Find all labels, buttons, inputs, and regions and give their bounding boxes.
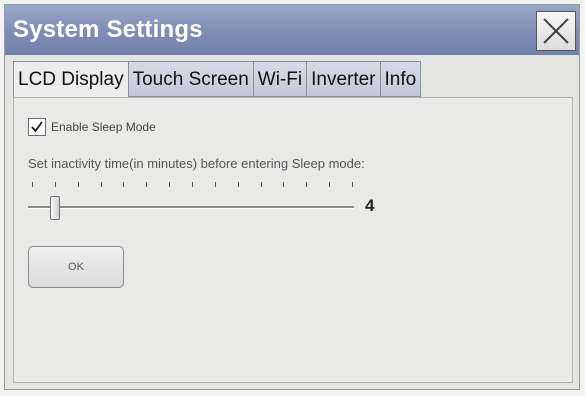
slider-tick xyxy=(283,182,285,187)
slider-tick xyxy=(77,182,79,187)
tab-lcd-display[interactable]: LCD Display xyxy=(13,61,129,98)
slider-tick xyxy=(123,182,125,187)
slider-tick xyxy=(237,182,239,187)
slider-tick xyxy=(329,182,331,187)
slider-value: 4 xyxy=(365,196,375,215)
slider-tick xyxy=(54,182,56,187)
window-title: System Settings xyxy=(13,16,203,43)
sleep-mode-label: Enable Sleep Mode xyxy=(51,120,156,134)
slider-tick xyxy=(192,182,193,187)
settings-window: System Settings LCD Display Touch Screen… xyxy=(4,4,580,390)
close-icon xyxy=(543,18,569,44)
slider-tick xyxy=(260,182,262,187)
slider-tick xyxy=(352,182,353,187)
slider-tick xyxy=(169,182,171,187)
inactivity-label: Set inactivity time(in minutes) before e… xyxy=(28,156,365,171)
slider-tick xyxy=(214,182,216,187)
slider-tick xyxy=(306,182,308,187)
slider-tick xyxy=(146,182,148,187)
tab-bar: LCD Display Touch Screen Wi-Fi Inverter … xyxy=(13,61,422,98)
inactivity-slider[interactable] xyxy=(28,180,358,220)
lcd-display-panel: Enable Sleep Mode Set inactivity time(in… xyxy=(13,97,573,383)
enable-sleep-mode-checkbox[interactable] xyxy=(28,118,46,136)
tab-touch-screen[interactable]: Touch Screen xyxy=(128,61,254,97)
close-button[interactable] xyxy=(536,11,576,51)
slider-track xyxy=(28,206,354,209)
sleep-mode-row: Enable Sleep Mode xyxy=(28,118,156,136)
check-icon xyxy=(31,121,43,133)
slider-tick xyxy=(100,182,102,187)
slider-ticks xyxy=(28,180,358,190)
title-bar: System Settings xyxy=(5,5,579,55)
tab-inverter[interactable]: Inverter xyxy=(307,61,381,97)
ok-button[interactable]: OK xyxy=(28,246,124,288)
slider-tick xyxy=(32,182,33,187)
tab-info[interactable]: Info xyxy=(380,61,422,97)
tab-wi-fi[interactable]: Wi-Fi xyxy=(253,61,308,97)
slider-thumb[interactable] xyxy=(50,196,61,220)
